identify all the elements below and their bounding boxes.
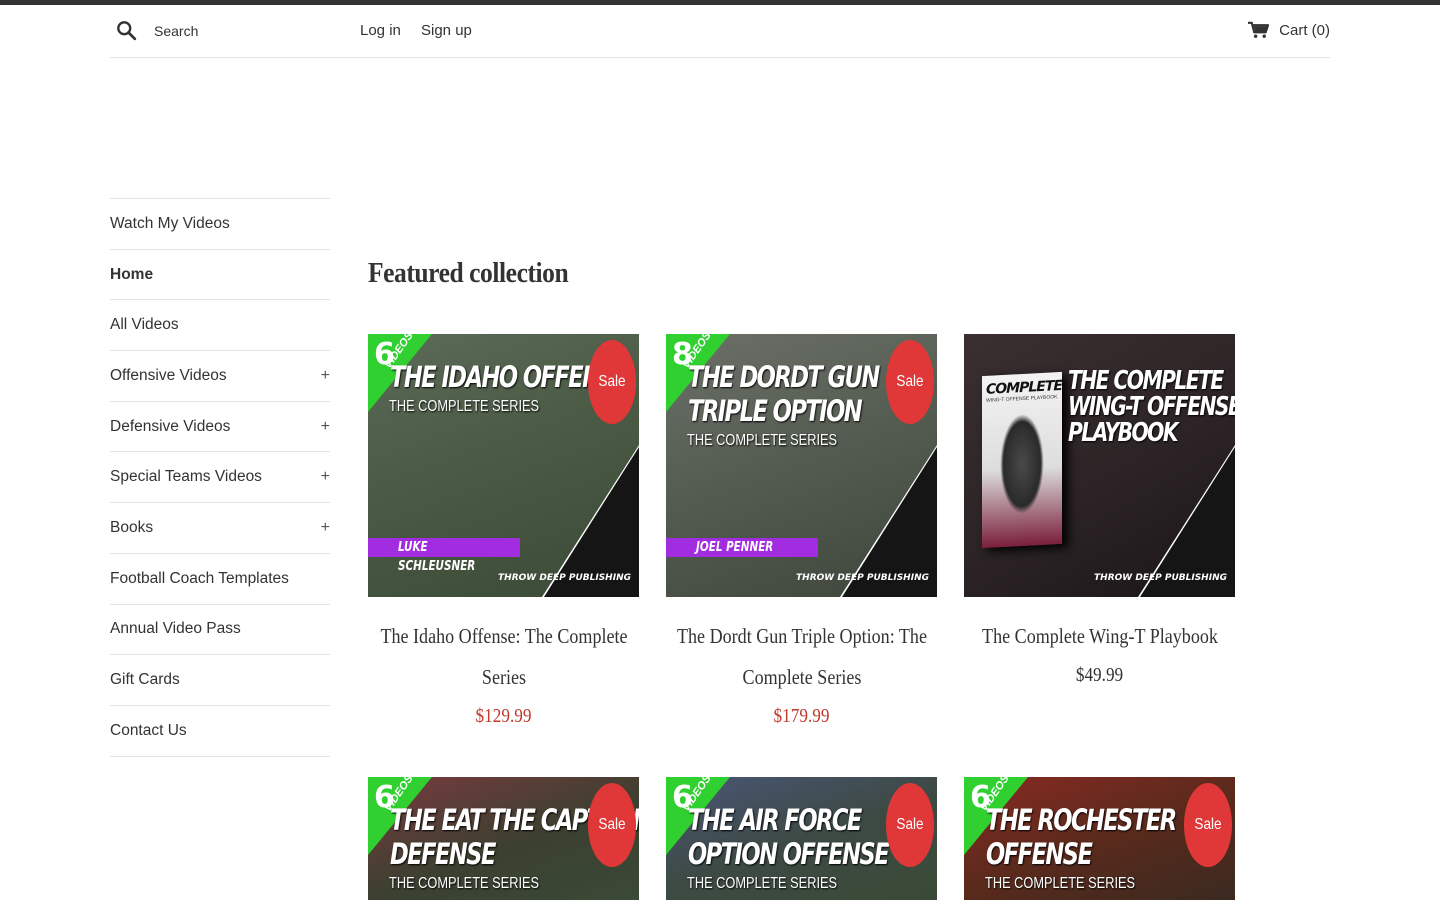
sidebar-item-offensive-videos[interactable]: Offensive Videos +: [110, 351, 330, 402]
plus-icon[interactable]: +: [321, 367, 330, 385]
sidebar-item-all-videos[interactable]: All Videos: [110, 300, 330, 352]
product-title[interactable]: The Complete Wing-T Playbook: [971, 616, 1229, 657]
plus-icon[interactable]: +: [321, 468, 330, 486]
thumbnail-subtitle: THE COMPLETE SERIES: [687, 875, 838, 892]
coach-name-bar: LUKE SCHLEUSNER: [368, 538, 520, 574]
search-input[interactable]: [154, 21, 334, 41]
thumbnail-title-line2: OFFENSE: [986, 837, 1093, 871]
product-title[interactable]: The Idaho Offense: The Complete Series: [375, 616, 633, 698]
product-price: $179.99: [773, 705, 830, 727]
sidebar-item-home[interactable]: Home: [110, 250, 330, 301]
product-price: $129.99: [475, 705, 532, 727]
thumbnail-title: THE ROCHESTER: [986, 803, 1177, 837]
plus-icon[interactable]: +: [321, 418, 330, 436]
product-card[interactable]: 6 VIDEOS THE IDAHO OFFENSE THE COMPLETE …: [368, 334, 639, 734]
signup-link[interactable]: Sign up: [421, 22, 472, 39]
product-price: $49.99: [1075, 664, 1124, 686]
cart-link[interactable]: Cart (0): [1248, 21, 1330, 39]
coach-name-bar: JOEL PENNER: [666, 538, 818, 557]
sidebar-item-special-teams-videos[interactable]: Special Teams Videos +: [110, 452, 330, 504]
plus-icon[interactable]: +: [321, 519, 330, 537]
thumbnail-title-line2: OPTION OFFENSE: [688, 837, 890, 871]
sidebar-item-watch-my-videos[interactable]: Watch My Videos: [110, 199, 330, 250]
sidebar-item-gift-cards[interactable]: Gift Cards: [110, 655, 330, 706]
thumbnail-title: THE DORDT GUN: [688, 360, 880, 394]
publisher-logo: THROW DEEP PUBLISHING: [1094, 573, 1227, 583]
sidebar-item-label: Football Coach Templates: [110, 569, 289, 587]
sidebar-item-label: Defensive Videos: [110, 417, 231, 435]
sidebar-nav: Watch My Videos Home All Videos Offensiv…: [110, 198, 330, 757]
product-card[interactable]: 6 VIDEOS THE EAT THE CAPTAIN DEFENSE THE…: [368, 777, 639, 900]
sale-badge: Sale: [1184, 783, 1232, 867]
sidebar-item-contact-us[interactable]: Contact Us: [110, 706, 330, 757]
publisher-logo: THROW DEEP PUBLISHING: [796, 573, 929, 583]
book-cover-players: [1000, 412, 1044, 516]
cart-label: Cart (0): [1279, 21, 1330, 39]
sale-badge: Sale: [588, 340, 636, 424]
sidebar-item-label: Watch My Videos: [110, 214, 230, 232]
product-card[interactable]: 8 VIDEOS THE DORDT GUN TRIPLE OPTION THE…: [666, 334, 937, 734]
product-card[interactable]: 6 VIDEOS THE ROCHESTER OFFENSE THE COMPL…: [964, 777, 1235, 900]
thumbnail-title-line2: WING-T OFFENSE: [1068, 392, 1235, 422]
sidebar-item-label: Special Teams Videos: [110, 468, 262, 486]
site-header: Log in Sign up Cart (0): [110, 5, 1330, 58]
product-thumbnail[interactable]: 8 VIDEOS THE DORDT GUN TRIPLE OPTION THE…: [666, 334, 937, 597]
thumbnail-title-line3: PLAYBOOK: [1068, 418, 1179, 448]
login-link[interactable]: Log in: [360, 22, 401, 39]
thumbnail-subtitle: THE COMPLETE SERIES: [389, 398, 540, 415]
cart-icon: [1248, 21, 1270, 38]
product-thumbnail[interactable]: 6 VIDEOS THE EAT THE CAPTAIN DEFENSE THE…: [368, 777, 639, 900]
book-cover: COMPLETE WING-T OFFENSE PLAYBOOK: [982, 371, 1062, 549]
product-thumbnail[interactable]: 6 VIDEOS THE ROCHESTER OFFENSE THE COMPL…: [964, 777, 1235, 900]
sale-badge: Sale: [588, 783, 636, 867]
sale-badge: Sale: [886, 340, 934, 424]
thumbnail-subtitle: THE COMPLETE SERIES: [985, 875, 1136, 892]
sidebar-item-defensive-videos[interactable]: Defensive Videos +: [110, 402, 330, 453]
thumbnail-title: THE AIR FORCE: [688, 803, 862, 837]
search-icon[interactable]: [116, 20, 138, 42]
thumbnail-title: THE COMPLETE: [1068, 366, 1224, 396]
sidebar-item-label: Offensive Videos: [110, 366, 227, 384]
sidebar-item-label: Home: [110, 265, 154, 283]
sidebar-item-label: Gift Cards: [110, 671, 180, 689]
sidebar-item-label: Books: [110, 518, 154, 536]
product-thumbnail[interactable]: 6 VIDEOS THE IDAHO OFFENSE THE COMPLETE …: [368, 334, 639, 597]
product-thumbnail[interactable]: COMPLETE WING-T OFFENSE PLAYBOOK THE COM…: [964, 334, 1235, 597]
sidebar-item-annual-video-pass[interactable]: Annual Video Pass: [110, 605, 330, 656]
thumbnail-subtitle: THE COMPLETE SERIES: [389, 875, 540, 892]
thumbnail-title-line2: DEFENSE: [390, 837, 496, 871]
product-card[interactable]: 6 VIDEOS THE AIR FORCE OPTION OFFENSE TH…: [666, 777, 937, 900]
product-card[interactable]: COMPLETE WING-T OFFENSE PLAYBOOK THE COM…: [964, 334, 1235, 693]
thumbnail-title: THE EAT THE CAPTAIN: [390, 803, 639, 837]
sidebar-item-label: Contact Us: [110, 721, 187, 739]
thumbnail-title-line2: TRIPLE OPTION: [688, 394, 863, 428]
sidebar-item-label: Annual Video Pass: [110, 620, 241, 638]
sidebar-item-books[interactable]: Books +: [110, 503, 330, 554]
sidebar-item-football-coach-templates[interactable]: Football Coach Templates: [110, 554, 330, 605]
thumbnail-subtitle: THE COMPLETE SERIES: [687, 432, 838, 449]
section-title: Featured collection: [368, 257, 569, 289]
product-title[interactable]: The Dordt Gun Triple Option: The Complet…: [673, 616, 931, 698]
sale-badge: Sale: [886, 783, 934, 867]
thumbnail-title: THE IDAHO OFFENSE: [390, 360, 630, 394]
sidebar-item-label: All Videos: [110, 316, 179, 334]
publisher-logo: THROW DEEP PUBLISHING: [498, 573, 631, 583]
product-thumbnail[interactable]: 6 VIDEOS THE AIR FORCE OPTION OFFENSE TH…: [666, 777, 937, 900]
